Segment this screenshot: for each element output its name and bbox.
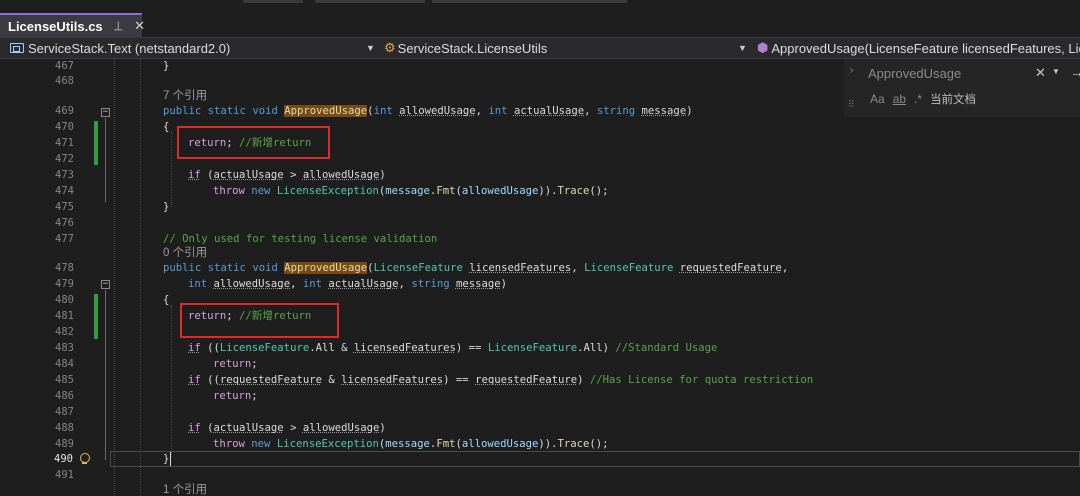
tab-title: LicenseUtils.cs xyxy=(8,18,103,34)
line-number: 476 xyxy=(55,217,74,229)
csharp-project-icon xyxy=(10,43,24,53)
code-line: // Only used for testing license validat… xyxy=(163,233,438,245)
arrow-right-icon[interactable]: → xyxy=(1070,64,1080,80)
line-number: 486 xyxy=(55,390,74,402)
code-line: } xyxy=(163,201,170,213)
line-number: 484 xyxy=(55,358,74,370)
clear-search-icon[interactable]: ✕ xyxy=(1035,65,1046,81)
indent-guide xyxy=(171,131,172,207)
line-number: 475 xyxy=(55,201,74,213)
change-marker xyxy=(94,294,98,339)
line-number: 480 xyxy=(55,294,74,306)
member-dropdown[interactable]: ⬢ ApprovedUsage(LicenseFeature licensedF… xyxy=(757,38,1080,58)
line-number: 485 xyxy=(55,374,74,386)
code-line: throw new LicenseException(message.Fmt(a… xyxy=(213,185,609,197)
chevron-right-icon[interactable]: › xyxy=(850,65,853,76)
line-number: 470 xyxy=(55,121,74,133)
code-line: if ((requestedFeature & licensedFeatures… xyxy=(188,374,814,386)
fold-line xyxy=(105,118,106,202)
regex-toggle-icon[interactable]: .* xyxy=(914,92,922,106)
code-editor[interactable]: − − 467 468 469 470 471 472 473 474 475 … xyxy=(0,59,1080,496)
resize-handle-icon[interactable]: ⠿ xyxy=(848,99,855,110)
code-line: public static void ApprovedUsage(int all… xyxy=(163,105,693,117)
chevron-down-icon[interactable]: ▼ xyxy=(738,43,747,53)
text-caret xyxy=(170,452,171,466)
code-line: throw new LicenseException(message.Fmt(a… xyxy=(213,438,609,450)
tab-strip-decoration xyxy=(243,0,303,3)
find-widget: › ApprovedUsage ✕ ▼ → ⠿ Aa ab .* 当前文档 xyxy=(844,59,1080,117)
code-line: return; xyxy=(213,358,258,370)
line-number: 468 xyxy=(55,75,74,87)
line-number: 488 xyxy=(55,422,74,434)
current-line-highlight xyxy=(110,451,1080,467)
line-number: 472 xyxy=(55,153,74,165)
codelens-references[interactable]: 1 个引用 xyxy=(163,483,207,496)
codelens-references[interactable]: 0 个引用 xyxy=(163,246,207,261)
code-line: return; xyxy=(213,390,258,402)
tab-license-utils[interactable]: LicenseUtils.cs ⊣ ✕ xyxy=(0,13,145,37)
type-dropdown[interactable]: ⚙ ServiceStack.LicenseUtils ▼ xyxy=(384,38,750,58)
line-number: 478 xyxy=(55,262,74,274)
change-marker xyxy=(94,121,98,165)
fold-line xyxy=(105,290,106,460)
line-number: 474 xyxy=(55,185,74,197)
code-line: if ((LicenseFeature.All & licensedFeatur… xyxy=(188,342,718,354)
line-number: 489 xyxy=(55,438,74,450)
method-icon: ⬢ xyxy=(757,40,769,55)
annotation-box xyxy=(177,126,330,159)
find-input[interactable]: ApprovedUsage xyxy=(868,66,1032,83)
line-number: 477 xyxy=(55,233,74,245)
match-case-toggle[interactable]: Aa xyxy=(870,92,885,106)
indent-guide xyxy=(140,59,141,496)
line-number: 471 xyxy=(55,137,74,149)
document-tab-strip: LicenseUtils.cs ⊣ ✕ xyxy=(0,0,1080,37)
code-line: public static void ApprovedUsage(License… xyxy=(163,262,789,274)
annotation-box xyxy=(180,303,339,338)
code-line: } xyxy=(163,60,170,72)
project-dropdown[interactable]: ServiceStack.Text (netstandard2.0) ▼ xyxy=(10,38,380,58)
code-line: int allowedUsage, int actualUsage, strin… xyxy=(188,278,508,290)
code-line: if (actualUsage > allowedUsage) xyxy=(188,422,386,434)
whole-word-toggle[interactable]: ab xyxy=(893,92,906,106)
code-line: { xyxy=(163,294,170,306)
line-number: 483 xyxy=(55,342,74,354)
pin-icon[interactable]: ⊣ xyxy=(111,21,125,31)
find-options: Aa ab .* 当前文档 xyxy=(870,91,984,107)
line-number: 473 xyxy=(55,169,74,181)
code-line: { xyxy=(163,121,170,133)
project-name: ServiceStack.Text (netstandard2.0) xyxy=(28,40,231,56)
fold-toggle[interactable]: − xyxy=(101,108,110,117)
lightbulb-icon[interactable] xyxy=(79,453,90,465)
line-number-current: 490 xyxy=(54,453,73,465)
fold-toggle[interactable]: − xyxy=(101,280,110,289)
line-number: 481 xyxy=(55,310,74,322)
navigation-bar: ServiceStack.Text (netstandard2.0) ▼ ⚙ S… xyxy=(0,37,1080,59)
codelens-references[interactable]: 7 个引用 xyxy=(163,89,207,104)
line-number: 467 xyxy=(55,60,74,72)
line-number: 487 xyxy=(55,406,74,418)
code-line: if (actualUsage > allowedUsage) xyxy=(188,169,386,181)
indent-guide xyxy=(114,59,115,496)
line-number: 482 xyxy=(55,326,74,338)
chevron-down-icon[interactable]: ▼ xyxy=(1052,67,1060,76)
line-number: 469 xyxy=(55,105,74,117)
line-number: 479 xyxy=(55,278,74,290)
line-number: 491 xyxy=(55,469,74,481)
tab-strip-decoration xyxy=(432,0,627,3)
close-icon[interactable]: ✕ xyxy=(134,18,145,34)
indent-guide xyxy=(171,305,172,455)
member-name: ApprovedUsage(LicenseFeature licensedFea… xyxy=(771,40,1080,56)
search-scope[interactable]: 当前文档 xyxy=(930,91,976,107)
tab-strip-decoration xyxy=(315,0,425,3)
type-name: ServiceStack.LicenseUtils xyxy=(397,40,548,56)
code-line: } xyxy=(163,453,170,465)
class-icon: ⚙ xyxy=(384,40,396,55)
chevron-down-icon[interactable]: ▼ xyxy=(366,43,375,53)
